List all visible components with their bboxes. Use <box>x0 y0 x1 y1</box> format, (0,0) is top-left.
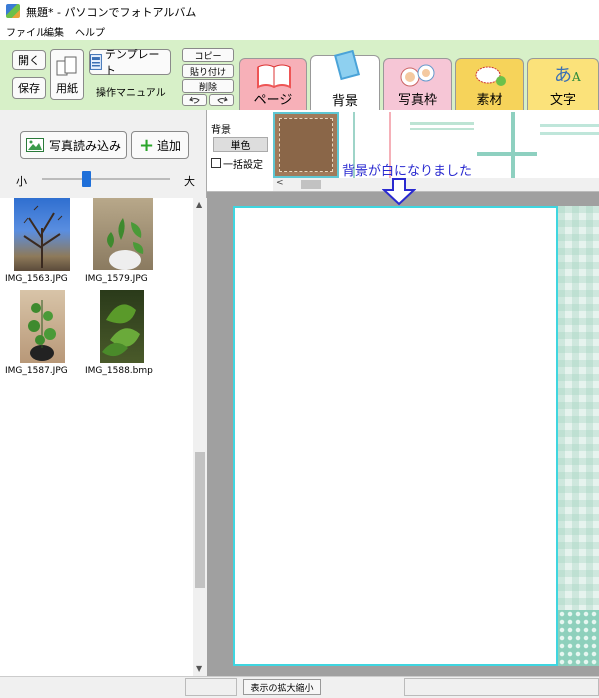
bulk-setting-label: 一括設定 <box>223 160 263 171</box>
menu-edit[interactable]: 編集 <box>44 24 64 39</box>
thumb-size-slider-handle[interactable] <box>82 171 91 187</box>
tab-background-label: 背景 <box>331 94 358 109</box>
tab-text[interactable]: あA 文字 <box>527 58 599 110</box>
app-icon <box>6 4 20 18</box>
background-thumbnail-selected[interactable] <box>273 112 339 178</box>
redo-icon <box>216 96 228 104</box>
photo-frame-icon <box>400 64 435 87</box>
tab-background[interactable]: 背景 <box>310 50 380 111</box>
plant-icon <box>107 218 144 270</box>
page-right[interactable] <box>558 206 599 666</box>
undo-button[interactable] <box>182 94 207 106</box>
annotation-text: 背景が白になりました <box>342 164 473 179</box>
tab-text-label: 文字 <box>549 93 576 108</box>
title-bar: 無題* - パソコンでフォトアルバム <box>0 0 599 22</box>
dot-pattern <box>558 610 599 666</box>
size-small-label: 小 <box>16 175 27 188</box>
zoom-button[interactable]: 表示の拡大縮小 <box>243 679 321 695</box>
background-thumbnail-4[interactable] <box>477 112 537 178</box>
thumb-size-slider-track[interactable] <box>42 178 170 180</box>
size-large-label: 大 <box>184 175 195 188</box>
material-icon <box>475 66 506 86</box>
tab-material-label: 素材 <box>476 93 503 108</box>
photo-thumbnail-3[interactable] <box>20 290 65 363</box>
photo-filename-1: IMG_1563.JPG <box>5 274 68 284</box>
tree-icon <box>23 205 63 268</box>
scroll-left-icon[interactable]: < <box>276 178 284 188</box>
scrollbar-thumb[interactable] <box>195 452 205 588</box>
photo-list-scrollbar[interactable]: ▲ ▼ <box>193 198 207 676</box>
tab-photo-frame-label: 写真枠 <box>397 93 437 108</box>
background-thumbnail-5[interactable] <box>540 112 599 178</box>
photo-thumbnail-2[interactable] <box>93 198 153 270</box>
page-left[interactable] <box>233 206 558 666</box>
book-icon <box>257 64 291 89</box>
bulk-setting-checkbox[interactable] <box>211 158 221 168</box>
plus-icon: + <box>138 134 155 156</box>
tab-material[interactable]: 素材 <box>455 58 524 110</box>
image-icon <box>25 138 44 152</box>
status-cell <box>404 678 599 696</box>
scrollbar-thumb-horizontal[interactable] <box>301 180 321 189</box>
open-button[interactable]: 開く <box>12 50 46 70</box>
tab-page-label: ページ <box>253 93 293 108</box>
delete-button[interactable]: 削除 <box>182 79 234 93</box>
redo-button[interactable] <box>209 94 234 106</box>
tab-photo-frame[interactable]: 写真枠 <box>383 58 452 110</box>
import-photos-label: 写真読み込み <box>48 138 121 153</box>
photo-list: IMG_1563.JPG IMG_1579.JPG IMG_1587.JPG I… <box>0 198 193 676</box>
kraft-pattern <box>279 118 333 172</box>
paper-label: 用紙 <box>56 82 78 95</box>
template-icon <box>90 54 102 70</box>
manual-link[interactable]: 操作マニュアル <box>96 84 166 99</box>
undo-icon <box>188 96 200 104</box>
menu-help[interactable]: ヘルプ <box>75 24 105 39</box>
down-arrow-icon <box>382 178 416 206</box>
save-button[interactable]: 保存 <box>12 77 46 99</box>
template-label: テンプレート <box>104 48 160 77</box>
scroll-down-icon[interactable]: ▼ <box>196 664 202 673</box>
copy-button[interactable]: コピー <box>182 48 234 62</box>
window-title: 無題* - パソコンでフォトアルバム <box>26 6 197 19</box>
paper-button[interactable]: 用紙 <box>50 49 84 100</box>
plant-icon <box>102 304 140 357</box>
menu-file[interactable]: ファイル <box>6 24 46 39</box>
paste-button[interactable]: 貼り付け <box>182 64 234 78</box>
photo-filename-4: IMG_1588.bmp <box>85 366 153 376</box>
add-button[interactable]: + 追加 <box>131 131 189 159</box>
photo-filename-2: IMG_1579.JPG <box>85 274 148 284</box>
plant-icon <box>28 300 56 361</box>
tab-page[interactable]: ページ <box>239 58 307 110</box>
status-cell <box>185 678 237 696</box>
background-icon <box>333 50 361 81</box>
solid-color-button[interactable]: 単色 <box>213 137 268 152</box>
photo-filename-3: IMG_1587.JPG <box>5 366 68 376</box>
background-strip-scrollbar[interactable]: < <box>273 178 599 191</box>
background-label: 背景 <box>211 125 231 136</box>
photo-thumbnail-1[interactable] <box>14 198 70 271</box>
photo-thumbnail-4[interactable] <box>100 290 144 363</box>
template-button[interactable]: テンプレート <box>89 48 171 77</box>
text-icon: あA <box>554 65 581 86</box>
import-photos-button[interactable]: 写真読み込み <box>20 131 127 159</box>
add-label: 追加 <box>157 138 182 153</box>
scroll-up-icon[interactable]: ▲ <box>196 200 202 209</box>
paper-icon <box>56 56 77 76</box>
